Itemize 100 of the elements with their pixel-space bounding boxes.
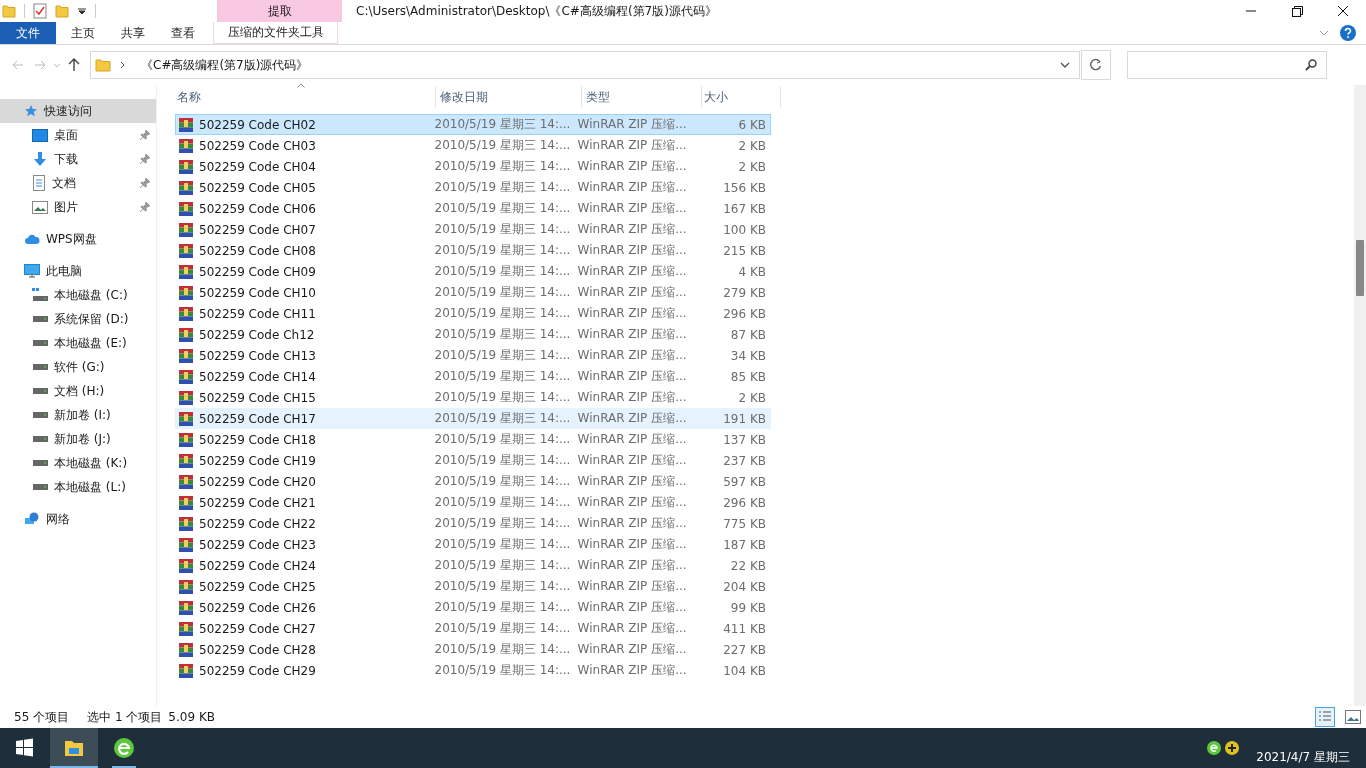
file-name: 502259 Code CH13 <box>199 348 316 363</box>
archive-icon <box>178 536 194 553</box>
pin-icon[interactable] <box>140 154 150 164</box>
refresh-button[interactable] <box>1081 50 1111 80</box>
clock-date[interactable]: 2021/4/7 星期三 <box>1256 749 1350 766</box>
thumbnail-view-icon[interactable] <box>1345 710 1361 724</box>
sidebar-item[interactable]: 文档 <box>0 171 156 195</box>
scrollbar[interactable] <box>1354 85 1366 706</box>
dropdown-icon[interactable] <box>1059 60 1071 70</box>
sidebar-item[interactable]: 软件 (G:) <box>0 355 156 379</box>
table-cell-text: 2010/5/19 星期三 14:... <box>433 452 572 469</box>
table-cell-text: 2010/5/19 星期三 14:... <box>433 242 572 259</box>
table-cell-text: WinRAR ZIP 压缩... <box>576 620 688 637</box>
sidebar-item[interactable]: 新加卷 (J:) <box>0 427 156 451</box>
dropdown-icon[interactable] <box>77 6 87 16</box>
drive-icon <box>32 412 48 418</box>
context-group-label: 提取 <box>217 0 342 22</box>
ribbon-tab[interactable]: 文件 <box>0 22 56 44</box>
file-name: 502259 Code CH24 <box>199 558 316 573</box>
table-cell-text: 4 KB <box>737 264 767 279</box>
file-row[interactable]: 502259 Code CH18 2010/5/19 星期三 14:... WinRAR ZIP 压缩... 137 KB <box>175 429 771 450</box>
column-header[interactable]: 大小 <box>702 86 781 108</box>
file-row[interactable]: 502259 Code CH26 2010/5/19 星期三 14:... WinRAR ZIP 压缩... 99 KB <box>175 597 771 618</box>
sidebar-item[interactable]: 本地磁盘 (C:) <box>0 283 156 307</box>
file-explorer-icon[interactable] <box>50 728 98 768</box>
file-row[interactable]: 502259 Code CH03 2010/5/19 星期三 14:... WinRAR ZIP 压缩... 2 KB <box>175 135 771 156</box>
search-field[interactable] <box>1127 51 1327 79</box>
pin-icon[interactable] <box>140 202 150 212</box>
column-header[interactable]: 修改日期 <box>436 86 582 108</box>
file-row[interactable]: 502259 Code CH15 2010/5/19 星期三 14:... WinRAR ZIP 压缩... 2 KB <box>175 387 771 408</box>
file-row[interactable]: 502259 Code CH23 2010/5/19 星期三 14:... WinRAR ZIP 压缩... 187 KB <box>175 534 771 555</box>
address-field[interactable]: 《C#高级编程(第7版)源代码》 <box>90 51 1080 79</box>
help-icon[interactable] <box>1340 25 1356 41</box>
sidebar-item[interactable]: 本地磁盘 (L:) <box>0 475 156 499</box>
file-row[interactable]: 502259 Code CH02 2010/5/19 星期三 14:... WinRAR ZIP 压缩... 6 KB <box>175 114 771 135</box>
pin-icon[interactable] <box>140 130 150 140</box>
archive-icon <box>178 578 194 595</box>
file-row[interactable]: 502259 Code Ch12 2010/5/19 星期三 14:... WinRAR ZIP 压缩... 87 KB <box>175 324 771 345</box>
file-row[interactable]: 502259 Code CH10 2010/5/19 星期三 14:... WinRAR ZIP 压缩... 279 KB <box>175 282 771 303</box>
table-cell-text: 2010/5/19 星期三 14:... <box>433 326 572 343</box>
plus-tray-icon[interactable] <box>1224 740 1241 756</box>
file-row[interactable]: 502259 Code CH13 2010/5/19 星期三 14:... WinRAR ZIP 压缩... 34 KB <box>175 345 771 366</box>
file-row[interactable]: 502259 Code CH14 2010/5/19 星期三 14:... WinRAR ZIP 压缩... 85 KB <box>175 366 771 387</box>
file-row[interactable]: 502259 Code CH04 2010/5/19 星期三 14:... WinRAR ZIP 压缩... 2 KB <box>175 156 771 177</box>
ribbon-tab[interactable]: 查看 <box>158 22 208 44</box>
browser-tray-icon[interactable] <box>1206 740 1223 756</box>
table-cell-text: 2010/5/19 星期三 14:... <box>433 662 572 679</box>
sidebar-item[interactable]: 本地磁盘 (E:) <box>0 331 156 355</box>
properties-icon[interactable] <box>33 3 47 19</box>
collapse-ribbon-icon[interactable] <box>1318 28 1330 38</box>
details-view-icon[interactable] <box>1315 707 1335 727</box>
file-row[interactable]: 502259 Code CH17 2010/5/19 星期三 14:... WinRAR ZIP 压缩... 191 KB <box>175 408 771 429</box>
file-row[interactable]: 502259 Code CH06 2010/5/19 星期三 14:... WinRAR ZIP 压缩... 167 KB <box>175 198 771 219</box>
file-row[interactable]: 502259 Code CH28 2010/5/19 星期三 14:... WinRAR ZIP 压缩... 227 KB <box>175 639 771 660</box>
table-cell-text: WinRAR ZIP 压缩... <box>576 305 688 322</box>
file-row[interactable]: 502259 Code CH09 2010/5/19 星期三 14:... WinRAR ZIP 压缩... 4 KB <box>175 261 771 282</box>
table-cell-text: 2010/5/19 星期三 14:... <box>433 599 572 616</box>
search-icon <box>1304 58 1318 72</box>
table-cell-text: 167 KB <box>722 201 767 216</box>
pin-icon[interactable] <box>140 178 150 188</box>
file-row[interactable]: 502259 Code CH22 2010/5/19 星期三 14:... WinRAR ZIP 压缩... 775 KB <box>175 513 771 534</box>
ribbon-tab[interactable]: 压缩的文件夹工具 <box>213 22 338 44</box>
sidebar-item[interactable]: 桌面 <box>0 123 156 147</box>
sidebar-item[interactable]: 网络 <box>0 507 156 531</box>
sidebar-item[interactable]: 新加卷 (I:) <box>0 403 156 427</box>
file-row[interactable]: 502259 Code CH27 2010/5/19 星期三 14:... WinRAR ZIP 压缩... 411 KB <box>175 618 771 639</box>
file-name: 502259 Code CH25 <box>199 579 316 594</box>
table-cell-text: WinRAR ZIP 压缩... <box>576 557 688 574</box>
file-row[interactable]: 502259 Code CH29 2010/5/19 星期三 14:... WinRAR ZIP 压缩... 104 KB <box>175 660 771 681</box>
table-cell-text: 296 KB <box>722 495 767 510</box>
ribbon-tab[interactable]: 共享 <box>108 22 158 44</box>
sidebar-item[interactable]: 本地磁盘 (K:) <box>0 451 156 475</box>
sidebar-item[interactable]: 系统保留 (D:) <box>0 307 156 331</box>
table-cell-text: 411 KB <box>722 621 767 636</box>
file-name: 502259 Code CH05 <box>199 180 316 195</box>
table-cell-text: 2010/5/19 星期三 14:... <box>433 179 572 196</box>
file-row[interactable]: 502259 Code CH24 2010/5/19 星期三 14:... WinRAR ZIP 压缩... 22 KB <box>175 555 771 576</box>
file-row[interactable]: 502259 Code CH19 2010/5/19 星期三 14:... WinRAR ZIP 压缩... 237 KB <box>175 450 771 471</box>
sidebar-item[interactable]: WPS网盘 <box>0 227 156 251</box>
table-cell-text: WinRAR ZIP 压缩... <box>576 158 688 175</box>
file-row[interactable]: 502259 Code CH07 2010/5/19 星期三 14:... WinRAR ZIP 压缩... 100 KB <box>175 219 771 240</box>
sidebar-item[interactable]: 下载 <box>0 147 156 171</box>
sidebar-item[interactable]: 文档 (H:) <box>0 379 156 403</box>
address-path[interactable]: 《C#高级编程(第7版)源代码》 <box>141 56 309 74</box>
column-header[interactable]: 名称 <box>175 86 436 108</box>
ribbon-tab[interactable]: 主页 <box>58 22 108 44</box>
file-row[interactable]: 502259 Code CH08 2010/5/19 星期三 14:... WinRAR ZIP 压缩... 215 KB <box>175 240 771 261</box>
file-row[interactable]: 502259 Code CH05 2010/5/19 星期三 14:... WinRAR ZIP 压缩... 156 KB <box>175 177 771 198</box>
folder-icon[interactable] <box>2 4 16 18</box>
sidebar-item[interactable]: 快速访问 <box>0 99 156 123</box>
file-row[interactable]: 502259 Code CH11 2010/5/19 星期三 14:... WinRAR ZIP 压缩... 296 KB <box>175 303 771 324</box>
sidebar-item[interactable]: 图片 <box>0 195 156 219</box>
file-row[interactable]: 502259 Code CH25 2010/5/19 星期三 14:... WinRAR ZIP 压缩... 204 KB <box>175 576 771 597</box>
file-name: 502259 Code CH04 <box>199 159 316 174</box>
sidebar-item[interactable]: 此电脑 <box>0 259 156 283</box>
file-row[interactable]: 502259 Code CH20 2010/5/19 星期三 14:... WinRAR ZIP 压缩... 597 KB <box>175 471 771 492</box>
file-row[interactable]: 502259 Code CH21 2010/5/19 星期三 14:... WinRAR ZIP 压缩... 296 KB <box>175 492 771 513</box>
column-header[interactable]: 类型 <box>582 86 702 108</box>
file-name: 502259 Code CH09 <box>199 264 316 279</box>
new-folder-icon[interactable] <box>55 4 69 18</box>
